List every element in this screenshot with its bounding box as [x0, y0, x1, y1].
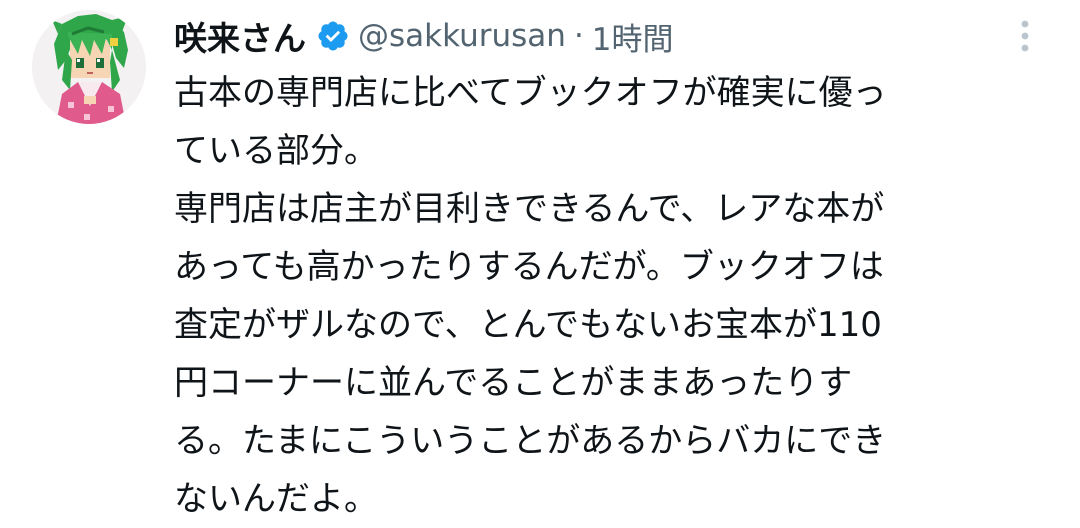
user-handle[interactable]: @sakkurusan: [358, 18, 566, 54]
display-name[interactable]: 咲来さん: [174, 12, 306, 60]
separator-dot: ·: [573, 18, 584, 54]
tweet-text-line: 専門店は店主が目利きできるんで、レアな本が: [174, 189, 885, 229]
tweet-text-line: あっても高かったりするんだが。ブックオフは: [174, 247, 884, 287]
avatar[interactable]: [32, 10, 146, 124]
tweet-text-line: 円コーナーに並んでることがままあったりす: [174, 363, 853, 403]
tweet-text-line: る。たまにこういうことがあるからバカにでき: [174, 421, 887, 461]
tweet-text-line: 古本の専門店に比べてブックオフが確実に優っ: [174, 73, 887, 113]
tweet-text-line: ている部分。: [174, 131, 378, 171]
verified-badge-icon: [316, 19, 350, 53]
more-vertical-icon[interactable]: [1008, 14, 1042, 58]
tweet-text-line: ないんだよ。: [174, 479, 378, 519]
avatar-image: [32, 10, 146, 124]
tweet[interactable]: 咲来さん @sakkurusan · 1時間 古本の専門店に比べてブックオフが確…: [0, 0, 1080, 519]
timestamp[interactable]: 1時間: [592, 14, 674, 59]
tweet-header: 咲来さん @sakkurusan · 1時間: [174, 10, 674, 62]
tweet-text-line: 査定がザルなので、とんでもないお宝本が110: [174, 305, 882, 345]
tweet-text: 古本の専門店に比べてブックオフが確実に優っ ている部分。 専門店は店主が目利きで…: [174, 64, 1044, 528]
